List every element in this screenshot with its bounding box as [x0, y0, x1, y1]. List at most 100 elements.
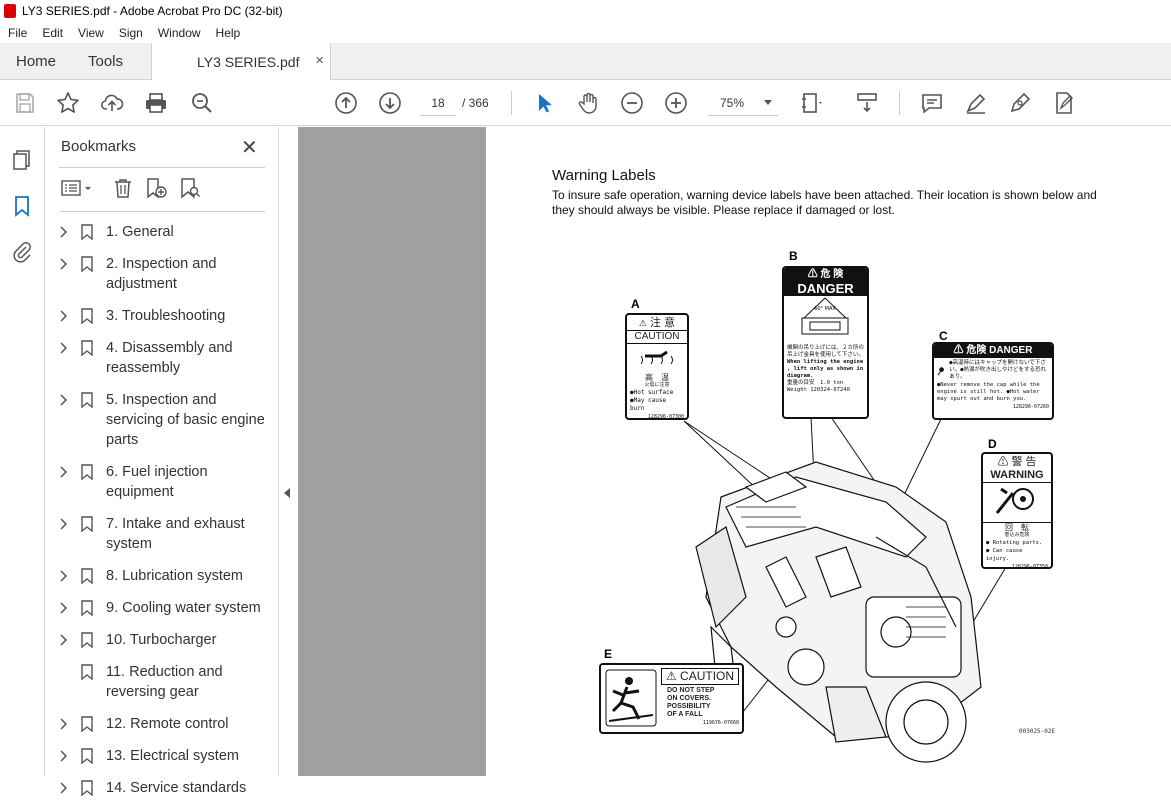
page-thumbnails-icon[interactable] [11, 149, 33, 171]
hot-water-icon [937, 367, 944, 376]
chevron-right-icon[interactable] [57, 226, 71, 238]
bookmark-list: 1. General 2. Inspection and adjustment … [45, 222, 279, 810]
chevron-right-icon[interactable] [57, 718, 71, 730]
select-cursor-icon[interactable] [532, 91, 556, 115]
label-d-jp2: 巻込み危険 [1004, 532, 1030, 538]
label-e-letter: E [604, 647, 613, 661]
print-icon[interactable] [144, 91, 168, 115]
chevron-right-icon[interactable] [57, 394, 71, 406]
close-icon[interactable]: ✕ [241, 135, 258, 160]
toolbar-divider [511, 91, 512, 115]
zoom-out-icon[interactable] [620, 91, 644, 115]
menu-window[interactable]: Window [150, 26, 208, 40]
label-a-head: 注 意 [650, 317, 676, 329]
search-zoom-icon[interactable] [190, 91, 214, 115]
label-a-letter: A [631, 297, 640, 311]
bookmark-label: 13. Electrical system [106, 748, 239, 764]
chevron-right-icon[interactable] [57, 342, 71, 354]
left-navigation-rail [0, 127, 45, 776]
divider [59, 211, 265, 212]
label-e-line4: OF A FALL [667, 711, 703, 718]
highlight-pen-icon[interactable] [964, 91, 988, 115]
bookmark-item[interactable]: 9. Cooling water system [45, 598, 279, 630]
warning-label-d: ⚠ 警 告 WARNING 回 転 巻込み危険 ● Rotating parts… [981, 452, 1053, 569]
menu-view[interactable]: View [70, 26, 111, 40]
bookmark-item[interactable]: 3. Troubleshooting [45, 306, 279, 338]
tab-document[interactable]: LY3 SERIES.pdf × [151, 43, 331, 80]
bookmark-label: 6. Fuel injection equipment [106, 464, 208, 500]
bookmark-item[interactable]: 1. General [45, 222, 279, 254]
menu-file[interactable]: File [0, 26, 34, 40]
divider [59, 167, 265, 168]
scroll-mode-icon[interactable] [855, 91, 879, 115]
bookmark-item[interactable]: 11. Reduction and reversing gear [45, 662, 279, 714]
bookmark-item[interactable]: 13. Electrical system [45, 746, 279, 778]
comment-icon[interactable] [920, 91, 944, 115]
zoom-in-icon[interactable] [664, 91, 688, 115]
delete-bookmark-icon[interactable] [112, 177, 134, 199]
bookmark-item[interactable]: 5. Inspection and servicing of basic eng… [45, 390, 279, 462]
attachment-paperclip-icon[interactable] [11, 241, 33, 263]
zoom-level-value: 75% [720, 96, 745, 110]
fill-sign-icon[interactable] [1052, 91, 1076, 115]
label-e-head-row: ⚠ CAUTION [661, 668, 739, 685]
bookmark-label: 10. Turbocharger [106, 632, 217, 648]
tab-home[interactable]: Home [16, 53, 56, 70]
label-d-line1: ● Rotating parts. [986, 540, 1043, 546]
label-b-jp: 機関の吊り上げには、２カ所の吊上げ金具を使用して下さい。 [787, 345, 865, 358]
document-viewport[interactable]: Warning Labels To insure safe operation,… [298, 127, 1171, 776]
menu-edit[interactable]: Edit [34, 26, 70, 40]
chevron-right-icon[interactable] [57, 570, 71, 582]
chevron-right-icon[interactable] [57, 518, 71, 530]
bookmark-item[interactable]: 14. Service standards [45, 778, 279, 810]
label-d-letter: D [988, 437, 997, 451]
page-number-input[interactable]: 18 [420, 90, 456, 116]
label-b-head-jp-text: 危 険 [820, 269, 844, 280]
save-icon[interactable] [13, 91, 37, 115]
collapse-panel-arrow-icon[interactable] [284, 488, 290, 498]
bookmark-item[interactable]: 10. Turbocharger [45, 630, 279, 662]
draw-pen-icon[interactable] [1008, 91, 1032, 115]
upload-cloud-icon[interactable] [100, 91, 124, 115]
label-b-weight-jp: 重量の目安 1.0 ton [787, 380, 844, 386]
previous-page-icon[interactable] [334, 91, 358, 115]
bookmark-item[interactable]: 6. Fuel injection equipment [45, 462, 279, 514]
bookmark-options-icon[interactable] [61, 177, 95, 199]
danger-label-c: ⚠ 危険 DANGER ●高温時にはキャップを開けないで下さい。●熱湯が吹き出し… [932, 342, 1054, 420]
bookmark-item[interactable]: 2. Inspection and adjustment [45, 254, 279, 306]
next-page-icon[interactable] [378, 91, 402, 115]
chevron-right-icon[interactable] [57, 258, 71, 270]
bookmark-panel-icon[interactable] [11, 195, 33, 217]
new-bookmark-icon[interactable] [145, 177, 167, 199]
chevron-right-icon[interactable] [57, 750, 71, 762]
bookmark-icon [81, 224, 93, 240]
menu-sign[interactable]: Sign [111, 26, 150, 40]
bookmark-item[interactable]: 7. Intake and exhaust system [45, 514, 279, 566]
bookmark-item[interactable]: 8. Lubrication system [45, 566, 279, 598]
chevron-right-icon[interactable] [57, 782, 71, 794]
label-e-line2: ON COVERS. [667, 695, 711, 702]
menu-help[interactable]: Help [208, 26, 248, 40]
chevron-right-icon[interactable] [57, 310, 71, 322]
zoom-level-select[interactable]: 75% [708, 90, 778, 116]
label-c-jp: ●高温時にはキャップを開けないで下さい。●熱湯が吹き出しやけどをする恐れあり。 [949, 360, 1047, 380]
tab-bar: Home Tools LY3 SERIES.pdf × [0, 43, 1171, 80]
danger-label-b: ⚠ 危 険 DANGER 60° MAX 機関の吊り上げには、２カ所の吊上げ金具… [782, 266, 869, 419]
bookmark-item[interactable]: 4. Disassembly and reassembly [45, 338, 279, 390]
tab-tools[interactable]: Tools [88, 53, 123, 70]
chevron-right-icon[interactable] [57, 602, 71, 614]
chevron-right-icon[interactable] [57, 634, 71, 646]
bookmark-label: 5. Inspection and servicing of basic eng… [106, 392, 265, 448]
chevron-right-icon[interactable] [57, 466, 71, 478]
bookmark-item[interactable]: 12. Remote control [45, 714, 279, 746]
bookmark-label: 2. Inspection and adjustment [106, 256, 217, 292]
caution-label-a: ⚠ 注 意 CAUTION 高 温 火傷に注意 ●Hot surface ●Ma… [625, 313, 689, 420]
page-fit-icon[interactable] [800, 91, 824, 115]
find-bookmark-icon[interactable] [179, 177, 201, 199]
star-icon[interactable] [56, 91, 80, 115]
label-a-jp: 高 温 [645, 373, 669, 382]
warning-triangle-icon: ⚠ [638, 318, 647, 328]
label-a-line2: ●May cause burn [630, 397, 667, 412]
hand-tool-icon[interactable] [576, 91, 600, 115]
tab-close-icon[interactable]: × [315, 52, 324, 69]
